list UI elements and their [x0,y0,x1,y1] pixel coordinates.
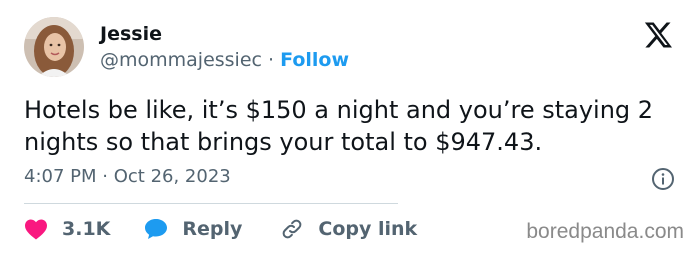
follow-button[interactable]: Follow [280,49,349,71]
tweet-time: 4:07 PM [24,166,97,187]
reply-label: Reply [182,218,243,240]
avatar[interactable] [24,17,84,77]
heart-icon [25,219,47,240]
author-handle[interactable]: @mommajessiec [100,49,262,71]
like-button[interactable]: 3.1K [24,218,110,240]
action-bar: 3.1K Reply Copy link [24,213,455,245]
x-logo-icon[interactable] [643,20,673,50]
divider [24,203,398,204]
watermark: boredpanda.com [526,220,684,243]
meta-separator: · [268,49,275,71]
tweet-card: Jessie @mommajessiec · Follow Hotels be … [0,0,700,256]
author-name[interactable]: Jessie [100,23,162,45]
avatar-image [24,17,84,77]
copy-link-label: Copy link [318,218,418,240]
info-icon[interactable] [651,167,675,191]
speech-bubble-icon [145,219,168,239]
like-count: 3.1K [62,218,111,240]
author-meta: @mommajessiec · Follow [100,49,349,71]
reply-button[interactable]: Reply [144,218,242,240]
tweet-date: Oct 26, 2023 [113,166,231,187]
link-icon [283,219,302,239]
tweet-text: Hotels be like, it’s $150 a night and yo… [24,96,654,156]
copy-link-button[interactable]: Copy link [280,217,417,241]
timestamp-separator: · [102,166,108,187]
timestamp[interactable]: 4:07 PM · Oct 26, 2023 [24,166,231,187]
